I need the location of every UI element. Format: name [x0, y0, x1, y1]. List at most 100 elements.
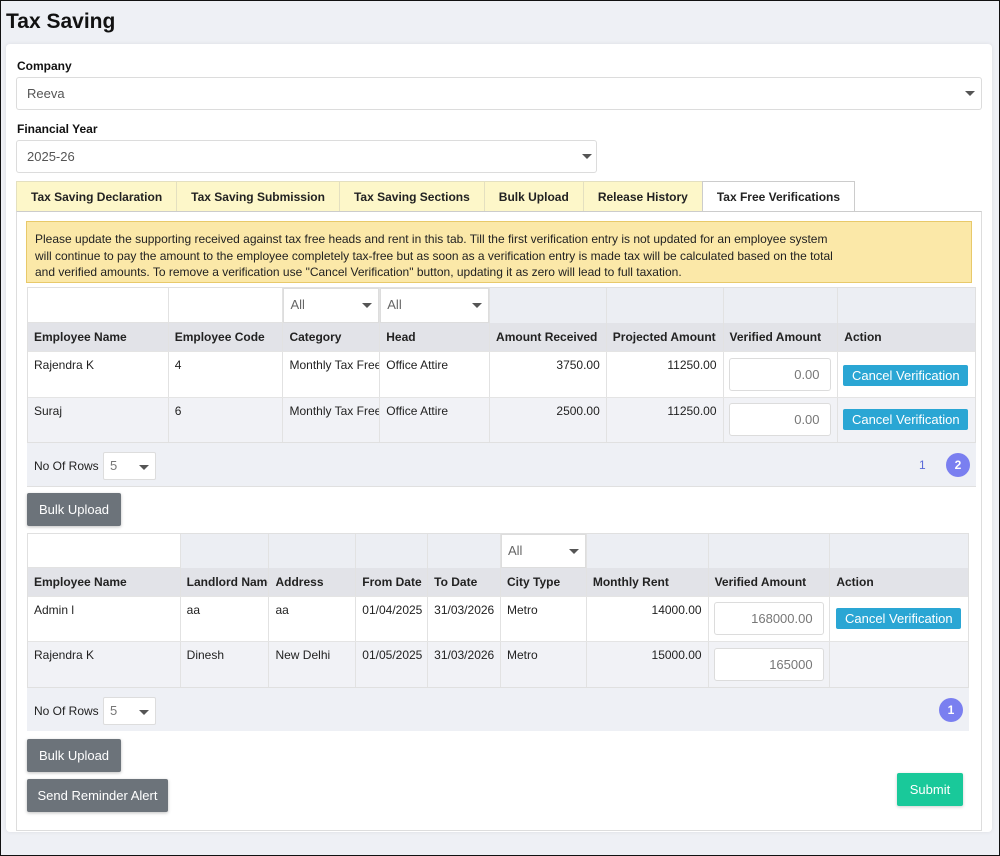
grid-footer: No Of Rows : 5 1	[27, 687, 969, 731]
col-category[interactable]: Category	[283, 323, 381, 351]
employee-code: 6	[168, 398, 284, 442]
page-link-1-active[interactable]: 1	[939, 698, 963, 722]
rows-per-page-select[interactable]: 5	[103, 452, 156, 480]
company-label: Company	[17, 59, 72, 73]
amount-received: 3750.00	[490, 352, 607, 397]
monthly-rent: 15000.00	[586, 642, 709, 687]
filter-head-value: All	[387, 297, 402, 312]
filter-empty	[428, 534, 501, 568]
tab-tax-saving-declaration[interactable]: Tax Saving Declaration	[16, 181, 177, 212]
filter-empty	[606, 288, 724, 323]
filter-empty	[180, 534, 270, 568]
to-date: 31/03/2026	[428, 597, 502, 641]
filter-row: All All	[28, 288, 975, 323]
filter-empty	[356, 534, 429, 568]
action-cell: Cancel Verification	[838, 352, 975, 397]
tab-release-history[interactable]: Release History	[582, 181, 702, 212]
employee-code: 4	[169, 352, 284, 397]
col-verified-amount[interactable]: Verified Amount	[723, 323, 839, 351]
rent-bulk-upload-button[interactable]: Bulk Upload	[27, 739, 121, 772]
chevron-down-icon	[568, 549, 579, 554]
chevron-down-icon	[139, 465, 149, 470]
filter-empty	[490, 288, 607, 323]
col-verified-amount[interactable]: Verified Amount	[708, 568, 831, 596]
action-cell: Cancel Verification	[838, 398, 975, 442]
page-link-2-active[interactable]: 2	[946, 453, 970, 477]
tab-tax-free-verifications[interactable]: Tax Free Verifications	[701, 181, 856, 212]
notice-text: Please update the supporting received ag…	[35, 232, 833, 279]
filter-employee-name[interactable]	[28, 288, 169, 323]
table-row: Admin l aa aa 01/04/2025 31/03/2026 Metr…	[28, 596, 968, 641]
col-amount-received[interactable]: Amount Received	[490, 323, 607, 351]
cancel-verification-button[interactable]: Cancel Verification	[836, 608, 962, 629]
verified-amount-input[interactable]: 168000.00	[713, 602, 824, 635]
financial-year-label: Financial Year	[17, 122, 98, 136]
cancel-verification-button[interactable]: Cancel Verification	[843, 409, 969, 430]
submit-button[interactable]: Submit	[897, 773, 963, 806]
verified-amount-cell: 165000	[708, 642, 831, 687]
landlord-name: Dinesh	[180, 642, 270, 687]
amount-received: 2500.00	[490, 398, 607, 442]
action-cell	[830, 642, 968, 687]
tab-bulk-upload[interactable]: Bulk Upload	[483, 181, 583, 212]
grid-footer: No Of Rows : 5 1 2	[27, 442, 976, 486]
projected-amount: 11250.00	[607, 352, 724, 397]
col-landlord-name[interactable]: Landlord Name	[180, 568, 270, 596]
filter-employee-code[interactable]	[168, 288, 284, 323]
filter-city-type-value: All	[507, 543, 523, 558]
financial-year-select[interactable]: 2025-26	[16, 140, 597, 173]
heads-bulk-upload-button[interactable]: Bulk Upload	[27, 493, 121, 526]
tab-bar: Tax Saving Declaration Tax Saving Submis…	[16, 181, 856, 212]
col-to-date[interactable]: To Date	[428, 568, 502, 596]
filter-row: All	[28, 534, 968, 568]
header-row: Employee Name Employee Code Category Hea…	[28, 323, 975, 351]
table-row: Rajendra K Dinesh New Delhi 01/05/2025 3…	[28, 641, 968, 687]
city-type: Metro	[501, 597, 587, 641]
filter-city-type[interactable]: All	[500, 534, 587, 568]
col-head[interactable]: Head	[380, 323, 491, 351]
col-from-date[interactable]: From Date	[356, 568, 429, 596]
rows-per-page-value: 5	[110, 703, 118, 718]
from-date: 01/04/2025	[356, 597, 429, 641]
rows-per-page-value: 5	[110, 458, 118, 473]
col-projected-amount[interactable]: Projected Amount	[606, 323, 724, 351]
rows-per-page-select[interactable]: 5	[103, 697, 156, 725]
employee-name: Rajendra K	[28, 642, 181, 687]
filter-head[interactable]: All	[380, 288, 491, 323]
action-cell: Cancel Verification	[830, 597, 968, 641]
col-employee-code[interactable]: Employee Code	[168, 323, 284, 351]
financial-year-select-value: 2025-26	[27, 149, 75, 164]
landlord-name: aa	[181, 597, 270, 641]
col-city-type[interactable]: City Type	[501, 568, 587, 596]
address: New Delhi	[269, 642, 357, 687]
verified-amount-input[interactable]: 0.00	[728, 358, 831, 391]
employee-name: Rajendra K	[28, 352, 169, 397]
filter-empty	[586, 534, 709, 568]
page-link-1[interactable]: 1	[919, 458, 926, 472]
verified-amount-input[interactable]: 0.00	[728, 403, 831, 436]
table-row: Rajendra K 4 Monthly Tax Free Office Att…	[28, 351, 975, 397]
chevron-down-icon	[582, 154, 592, 159]
filter-empty	[830, 534, 968, 568]
col-employee-name[interactable]: Employee Name	[28, 568, 181, 596]
filter-empty	[723, 288, 839, 323]
company-select[interactable]: Reeva	[16, 77, 982, 110]
col-address[interactable]: Address	[269, 568, 357, 596]
tab-tax-saving-submission[interactable]: Tax Saving Submission	[176, 181, 339, 212]
cancel-verification-button[interactable]: Cancel Verification	[843, 365, 969, 386]
filter-employee-name[interactable]	[28, 534, 181, 568]
col-monthly-rent[interactable]: Monthly Rent	[586, 568, 709, 596]
tab-tax-saving-sections[interactable]: Tax Saving Sections	[338, 181, 484, 212]
col-employee-name[interactable]: Employee Name	[28, 323, 169, 351]
chevron-down-icon	[362, 303, 373, 308]
filter-empty	[269, 534, 357, 568]
verified-amount-input[interactable]: 165000	[713, 648, 824, 681]
rows-per-page-label: No Of Rows :	[34, 459, 106, 473]
send-reminder-alert-button[interactable]: Send Reminder Alert	[27, 779, 168, 812]
employee-name: Suraj	[28, 398, 169, 442]
filter-empty	[838, 288, 975, 323]
category: Monthly Tax Free	[283, 352, 381, 397]
filter-category[interactable]: All	[283, 288, 381, 323]
chevron-down-icon	[965, 91, 975, 96]
header-row: Employee Name Landlord Name Address From…	[28, 568, 968, 596]
